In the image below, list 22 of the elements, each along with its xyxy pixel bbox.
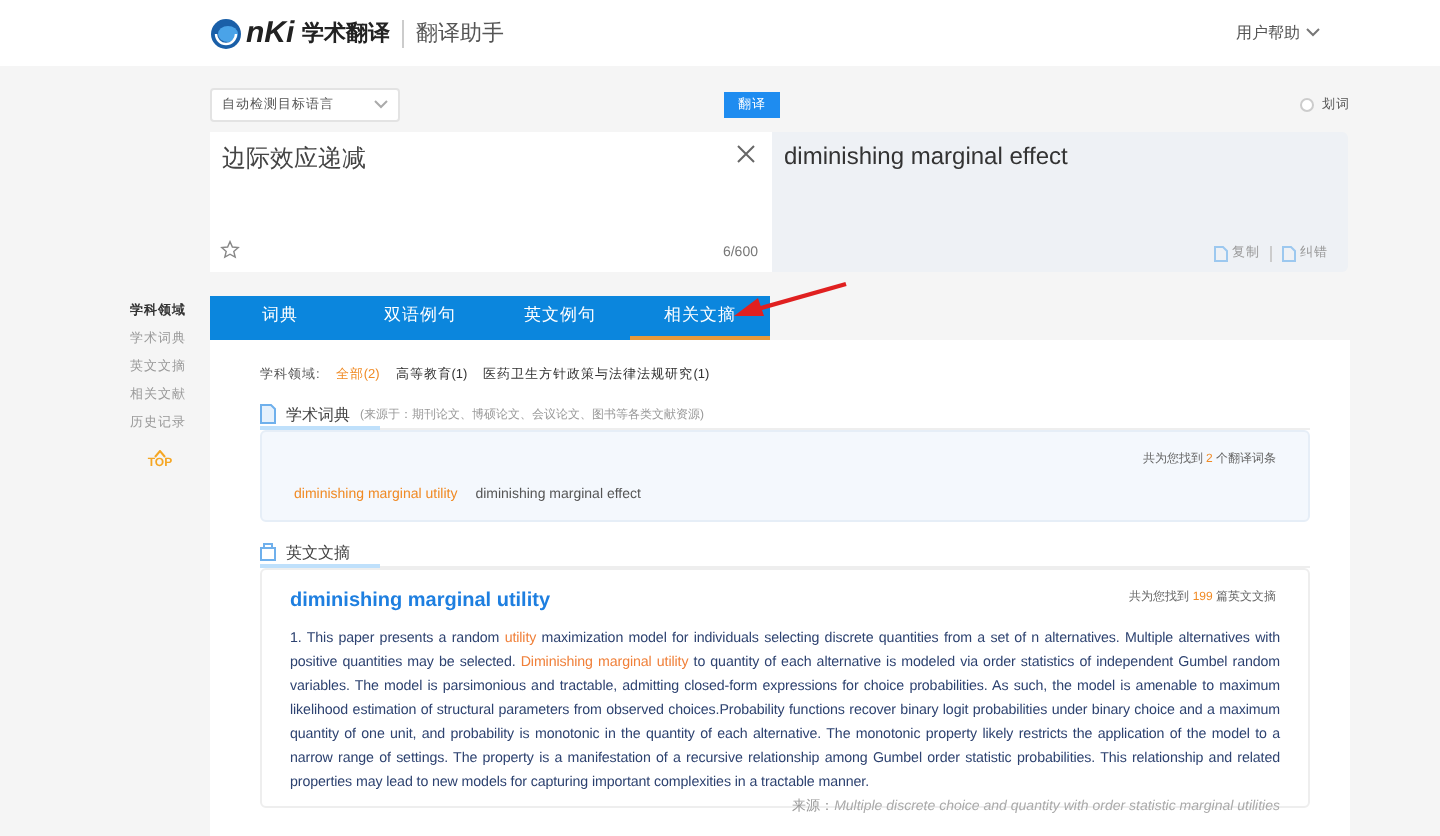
chevron-down-icon bbox=[374, 100, 388, 110]
app-subtitle: 翻译助手 bbox=[416, 20, 505, 48]
word-pick-radio[interactable] bbox=[1300, 98, 1314, 112]
chevron-down-icon bbox=[1306, 28, 1320, 38]
caret-up-icon bbox=[154, 450, 166, 458]
tab[interactable]: 双语例句 bbox=[350, 296, 490, 340]
abstract-heading: diminishing marginal utility bbox=[290, 590, 551, 612]
close-icon[interactable] bbox=[736, 144, 756, 164]
section-title: 英文文摘 bbox=[286, 541, 350, 563]
star-icon[interactable] bbox=[220, 240, 240, 260]
translation-text: diminishing marginal effect bbox=[784, 142, 1070, 170]
tab[interactable]: 词典 bbox=[210, 296, 350, 340]
document-icon bbox=[1282, 245, 1296, 261]
logo-title: 学术翻译 bbox=[302, 19, 391, 48]
document-icon bbox=[1214, 245, 1228, 261]
help-menu[interactable]: 用户帮助 bbox=[1236, 22, 1320, 44]
tab[interactable]: 英文例句 bbox=[490, 296, 630, 340]
section-title: 学术词典 bbox=[286, 403, 350, 425]
document-icon bbox=[260, 404, 276, 424]
logo-mark: nKi bbox=[246, 16, 295, 50]
book-icon bbox=[260, 542, 276, 562]
globe-icon bbox=[210, 17, 242, 49]
